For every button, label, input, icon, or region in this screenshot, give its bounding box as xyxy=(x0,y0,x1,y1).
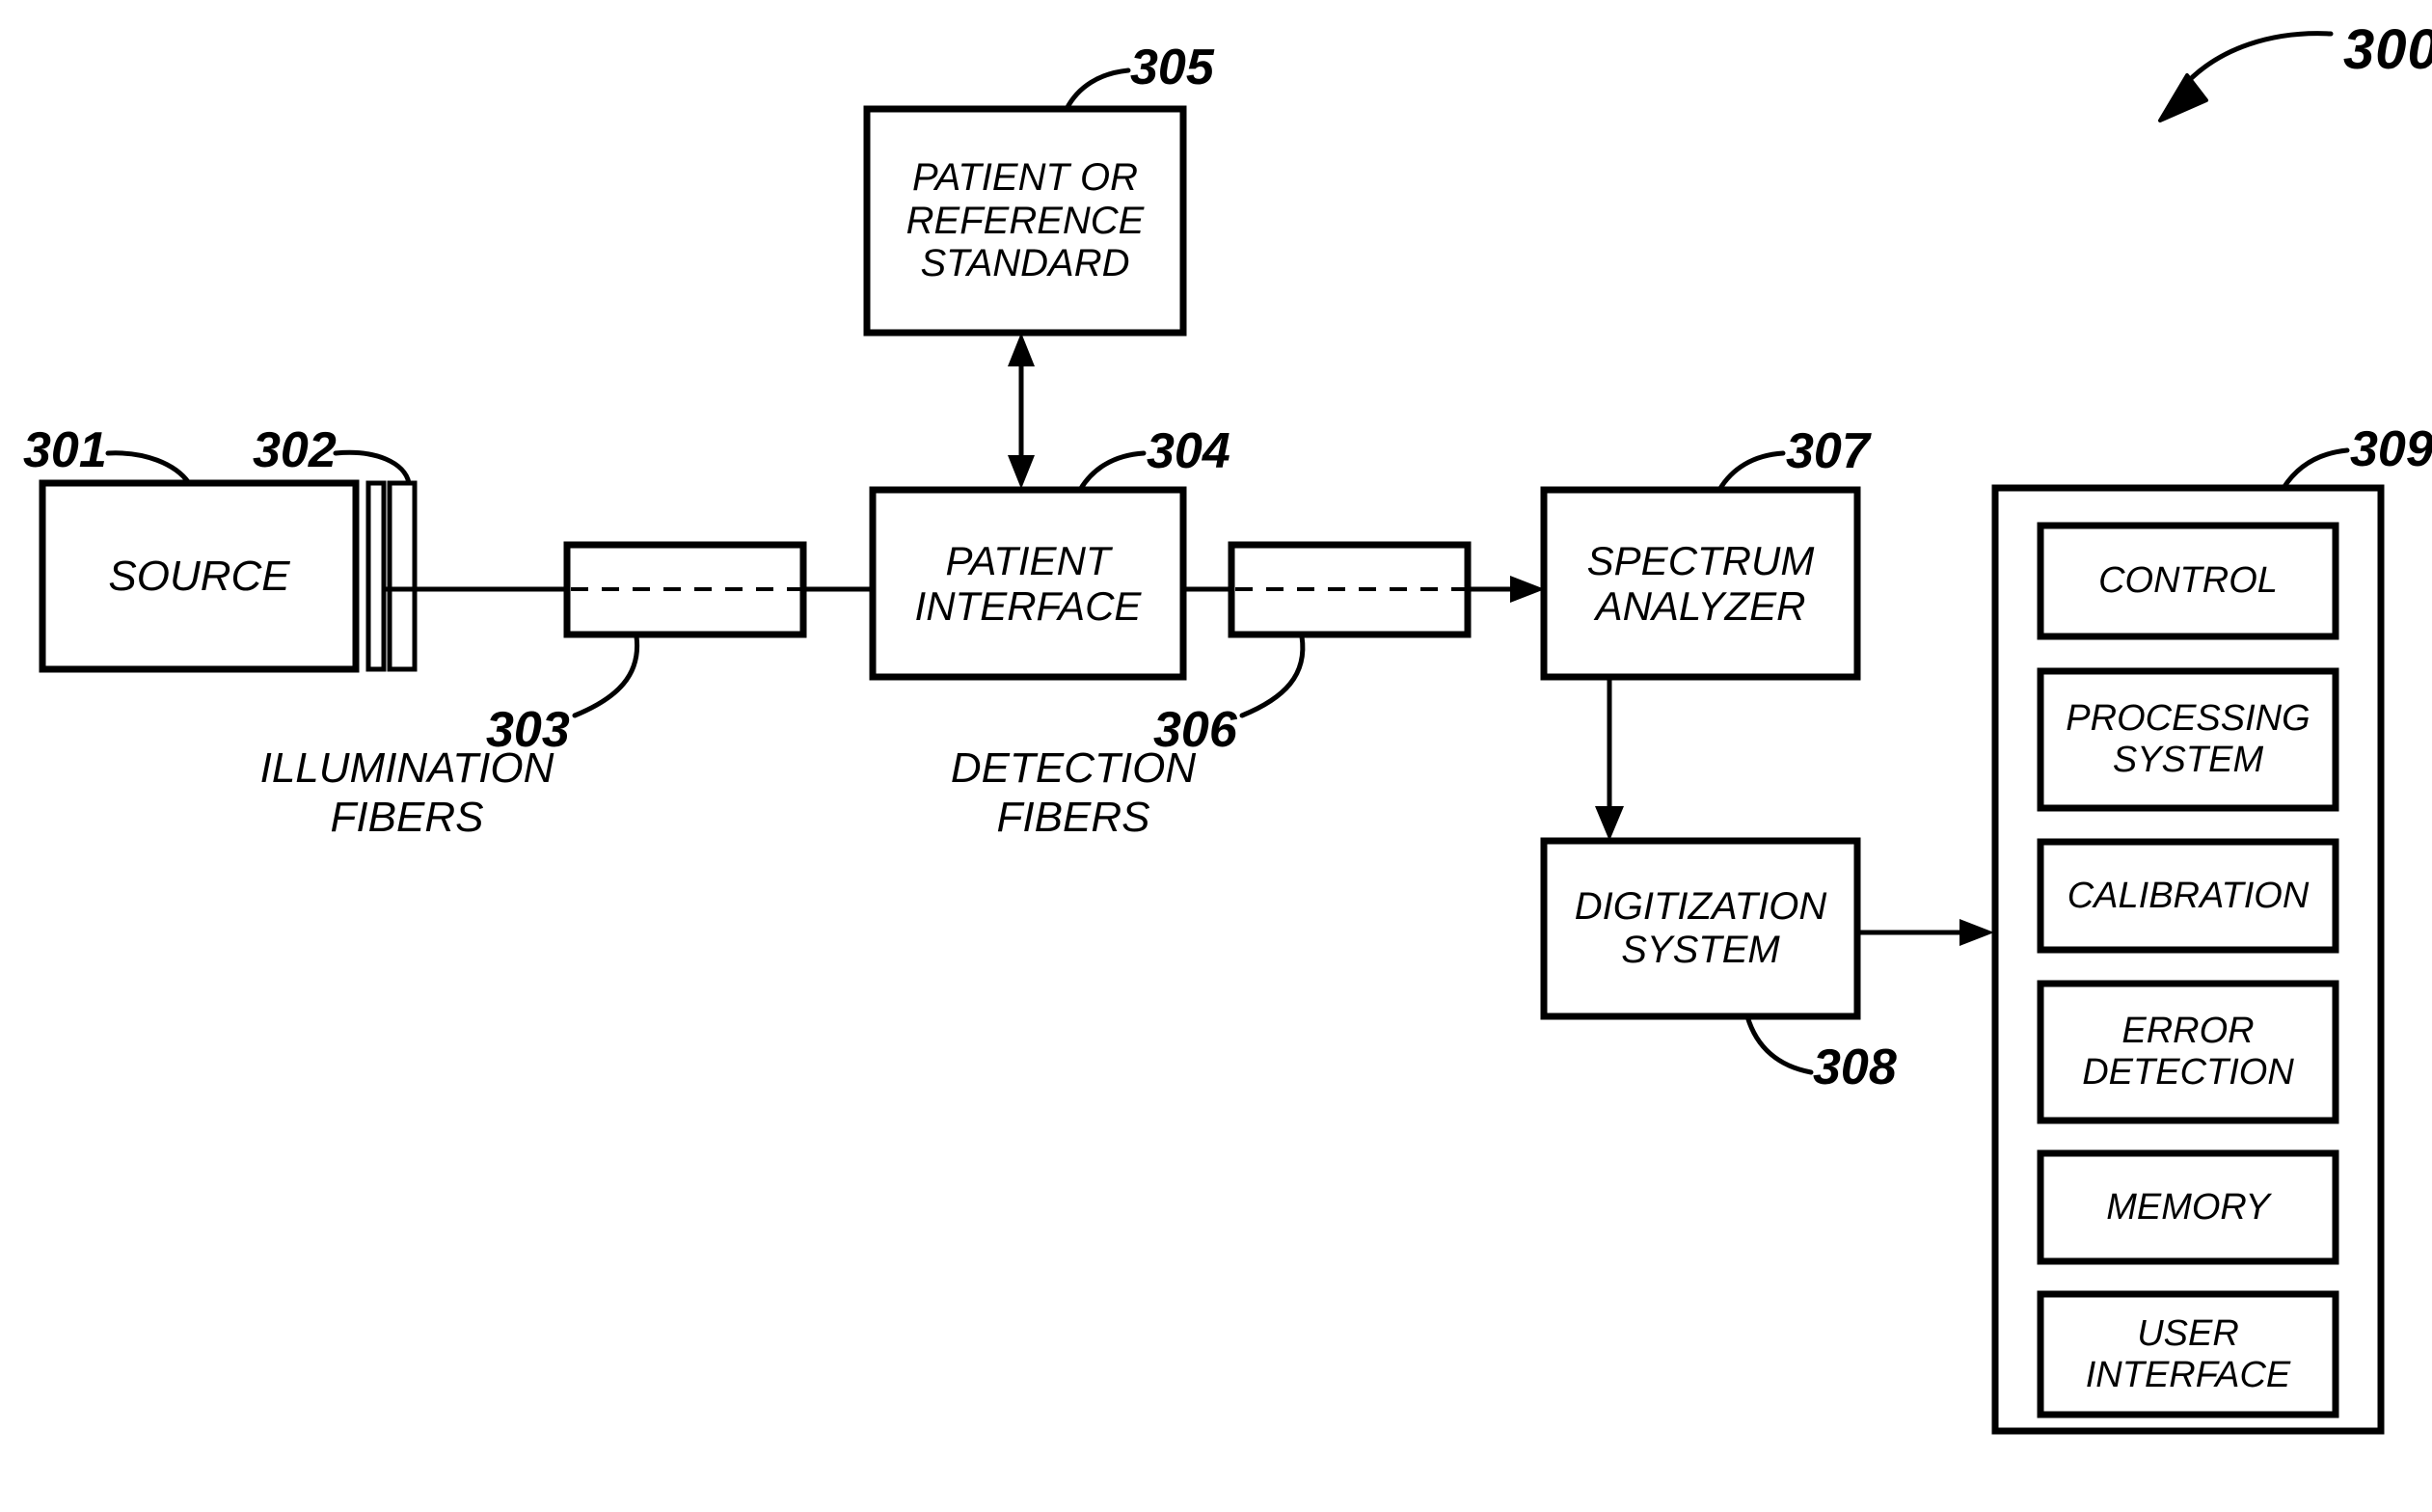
patient-interface-rect xyxy=(869,486,1187,681)
coupler-bar-right xyxy=(387,480,418,672)
module-rect-control xyxy=(2037,522,2339,640)
leader-304 xyxy=(1077,450,1147,493)
leader-308 xyxy=(1744,1013,1814,1075)
module-rect-processing-system xyxy=(2037,667,2339,812)
reference-numeral-307: 307 xyxy=(1786,423,1870,479)
figure-number-arrow xyxy=(2158,31,2334,122)
arrow-detect-fiber-to-spectrum-analyzer xyxy=(1467,576,1545,603)
digitization-system-rect xyxy=(1540,837,1861,1020)
source-block-rect xyxy=(39,479,360,673)
coupler-bar-left xyxy=(365,480,387,672)
leader-309 xyxy=(2281,447,2350,491)
leader-302 xyxy=(333,449,412,486)
leader-307 xyxy=(1716,450,1786,493)
figure-number-label: 300 xyxy=(2343,18,2432,81)
reference-numeral-308: 308 xyxy=(1813,1040,1897,1095)
module-rect-error-detection xyxy=(2037,980,2339,1124)
leader-303 xyxy=(572,634,640,718)
arrow-digitization-to-computer xyxy=(1858,919,1994,946)
module-rect-memory xyxy=(2037,1149,2339,1265)
module-rect-calibration xyxy=(2037,838,2339,954)
reference-numeral-302: 302 xyxy=(253,422,337,478)
leader-305 xyxy=(1064,68,1131,112)
caption-detection-fibers: DETECTION FIBERS xyxy=(950,744,1197,841)
reference-numeral-304: 304 xyxy=(1147,423,1230,479)
reference-numeral-305: 305 xyxy=(1130,40,1214,95)
reference-numeral-309: 309 xyxy=(2350,421,2432,477)
module-rect-user-interface xyxy=(2037,1290,2339,1418)
spectrum-analyzer-rect xyxy=(1540,486,1861,681)
patient-reference-standard-rect xyxy=(863,105,1187,337)
reference-numeral-301: 301 xyxy=(23,422,107,478)
patent-figure-300: 300 SOURCE PATIENT OR REFERENCE STANDARD… xyxy=(0,0,2432,1512)
double-arrow-sample-interface xyxy=(1008,333,1035,489)
caption-illumination-fibers: ILLUMINATION FIBERS xyxy=(259,744,554,841)
leader-306 xyxy=(1239,634,1306,718)
leader-301 xyxy=(105,450,192,486)
arrow-spectrum-to-digitization xyxy=(1595,677,1624,841)
